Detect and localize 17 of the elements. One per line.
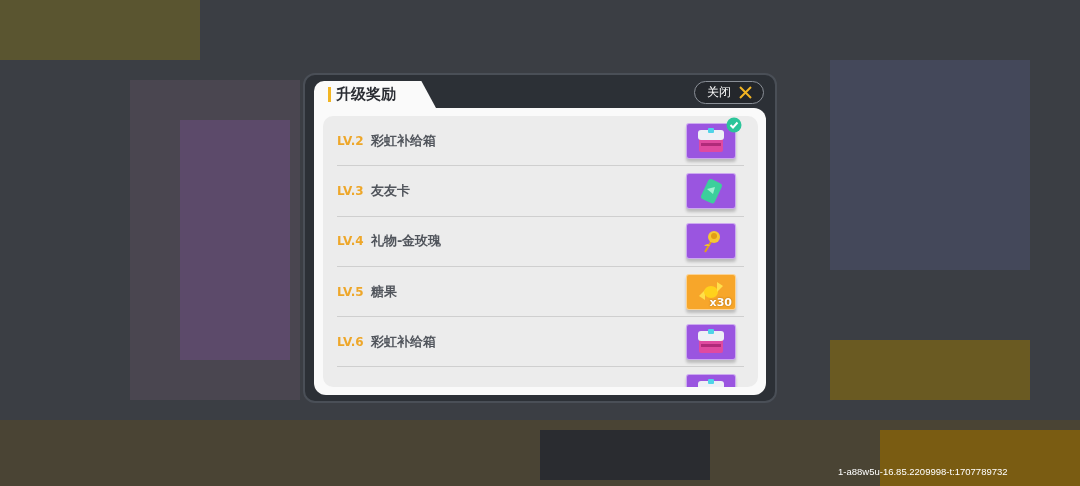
reward-name: 礼物-金玫瑰 — [371, 232, 443, 251]
close-icon — [738, 86, 752, 99]
chest-icon — [696, 327, 726, 356]
reward-name: 彩虹补给箱 — [371, 332, 437, 351]
level-label: LV.2 — [337, 133, 365, 148]
build-info: 1-a88w5u-16.85.2209998-t:1707789732 — [838, 466, 1008, 477]
level-label: LV.3 — [337, 183, 365, 198]
reward-name: 彩虹补给箱 — [371, 131, 437, 150]
reward-count: x30 — [709, 295, 732, 309]
dialog-title: 升级奖励 — [336, 85, 396, 104]
reward-name: 友友卡 — [371, 181, 411, 200]
chest-icon — [696, 126, 726, 155]
level-label: LV.4 — [337, 234, 365, 249]
level-label: LV.6 — [337, 334, 365, 349]
level-label: LV.5 — [337, 284, 365, 299]
close-button[interactable]: 关闭 — [694, 81, 764, 104]
reward-name: 糖果 — [371, 282, 398, 301]
